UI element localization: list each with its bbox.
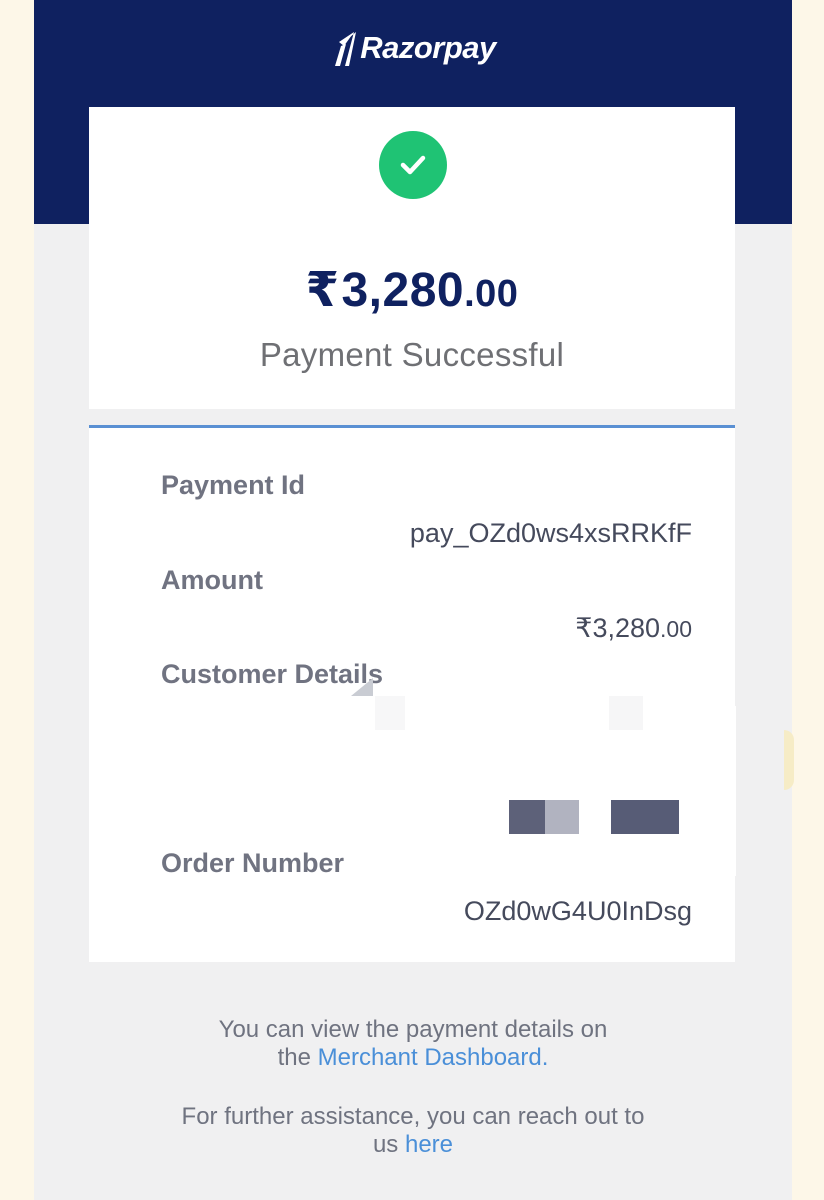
assistance-note-line2: us here (34, 1131, 792, 1159)
assistance-note: For further assistance, you can reach ou… (34, 1103, 792, 1159)
redaction-mark (375, 696, 405, 730)
customer-details-label: Customer Details (161, 659, 384, 689)
payment-receipt-screen: Razorpay ₹3,280.00 Payment Successful Pa… (34, 0, 792, 1200)
amount-label: Amount (161, 565, 263, 595)
redaction-mark (545, 800, 579, 834)
dashboard-note-line1: You can view the payment details on (218, 1016, 608, 1043)
amount-value: ₹3,280.00 (575, 613, 692, 644)
checkmark-icon (400, 155, 426, 175)
redaction-mark (611, 800, 679, 834)
amount-main: 3,280 (341, 264, 465, 317)
amount-value-paise: .00 (660, 616, 692, 642)
payment-amount: ₹3,280.00 (89, 262, 735, 318)
dashboard-note-line2: the Merchant Dashboard. (34, 1044, 792, 1072)
order-number-value: OZd0wG4U0InDsg (463, 896, 692, 926)
redaction-mark (509, 800, 545, 834)
dashboard-note: You can view the payment details on the … (34, 1016, 792, 1072)
brand-name: Razorpay (360, 30, 496, 65)
payment-summary-card: ₹3,280.00 Payment Successful (89, 107, 735, 409)
assistance-note-us: us (372, 1131, 399, 1158)
assistance-note-line1: For further assistance, you can reach ou… (181, 1103, 645, 1130)
redaction-mark (609, 696, 643, 730)
currency-symbol: ₹ (305, 264, 340, 317)
edge-artifact (784, 730, 794, 790)
amount-paise: .00 (464, 273, 519, 315)
order-number-label: Order Number (161, 848, 345, 878)
razorpay-logo-icon (335, 32, 357, 66)
amount-value-main: ₹3,280 (575, 613, 661, 643)
check-circle-icon (379, 131, 447, 199)
merchant-dashboard-link[interactable]: Merchant Dashboard. (318, 1044, 549, 1071)
payment-id-label: Payment Id (161, 470, 306, 500)
razorpay-logo: Razorpay (34, 30, 792, 66)
payment-details-card: Payment Id pay_OZd0ws4xsRRKfF Amount ₹3,… (89, 425, 735, 962)
help-here-link[interactable]: here (405, 1131, 453, 1158)
redaction-mark (714, 706, 736, 876)
payment-status: Payment Successful (259, 336, 565, 373)
payment-id-value: pay_OZd0ws4xsRRKfF (409, 518, 692, 548)
dashboard-note-the: the (277, 1044, 311, 1071)
